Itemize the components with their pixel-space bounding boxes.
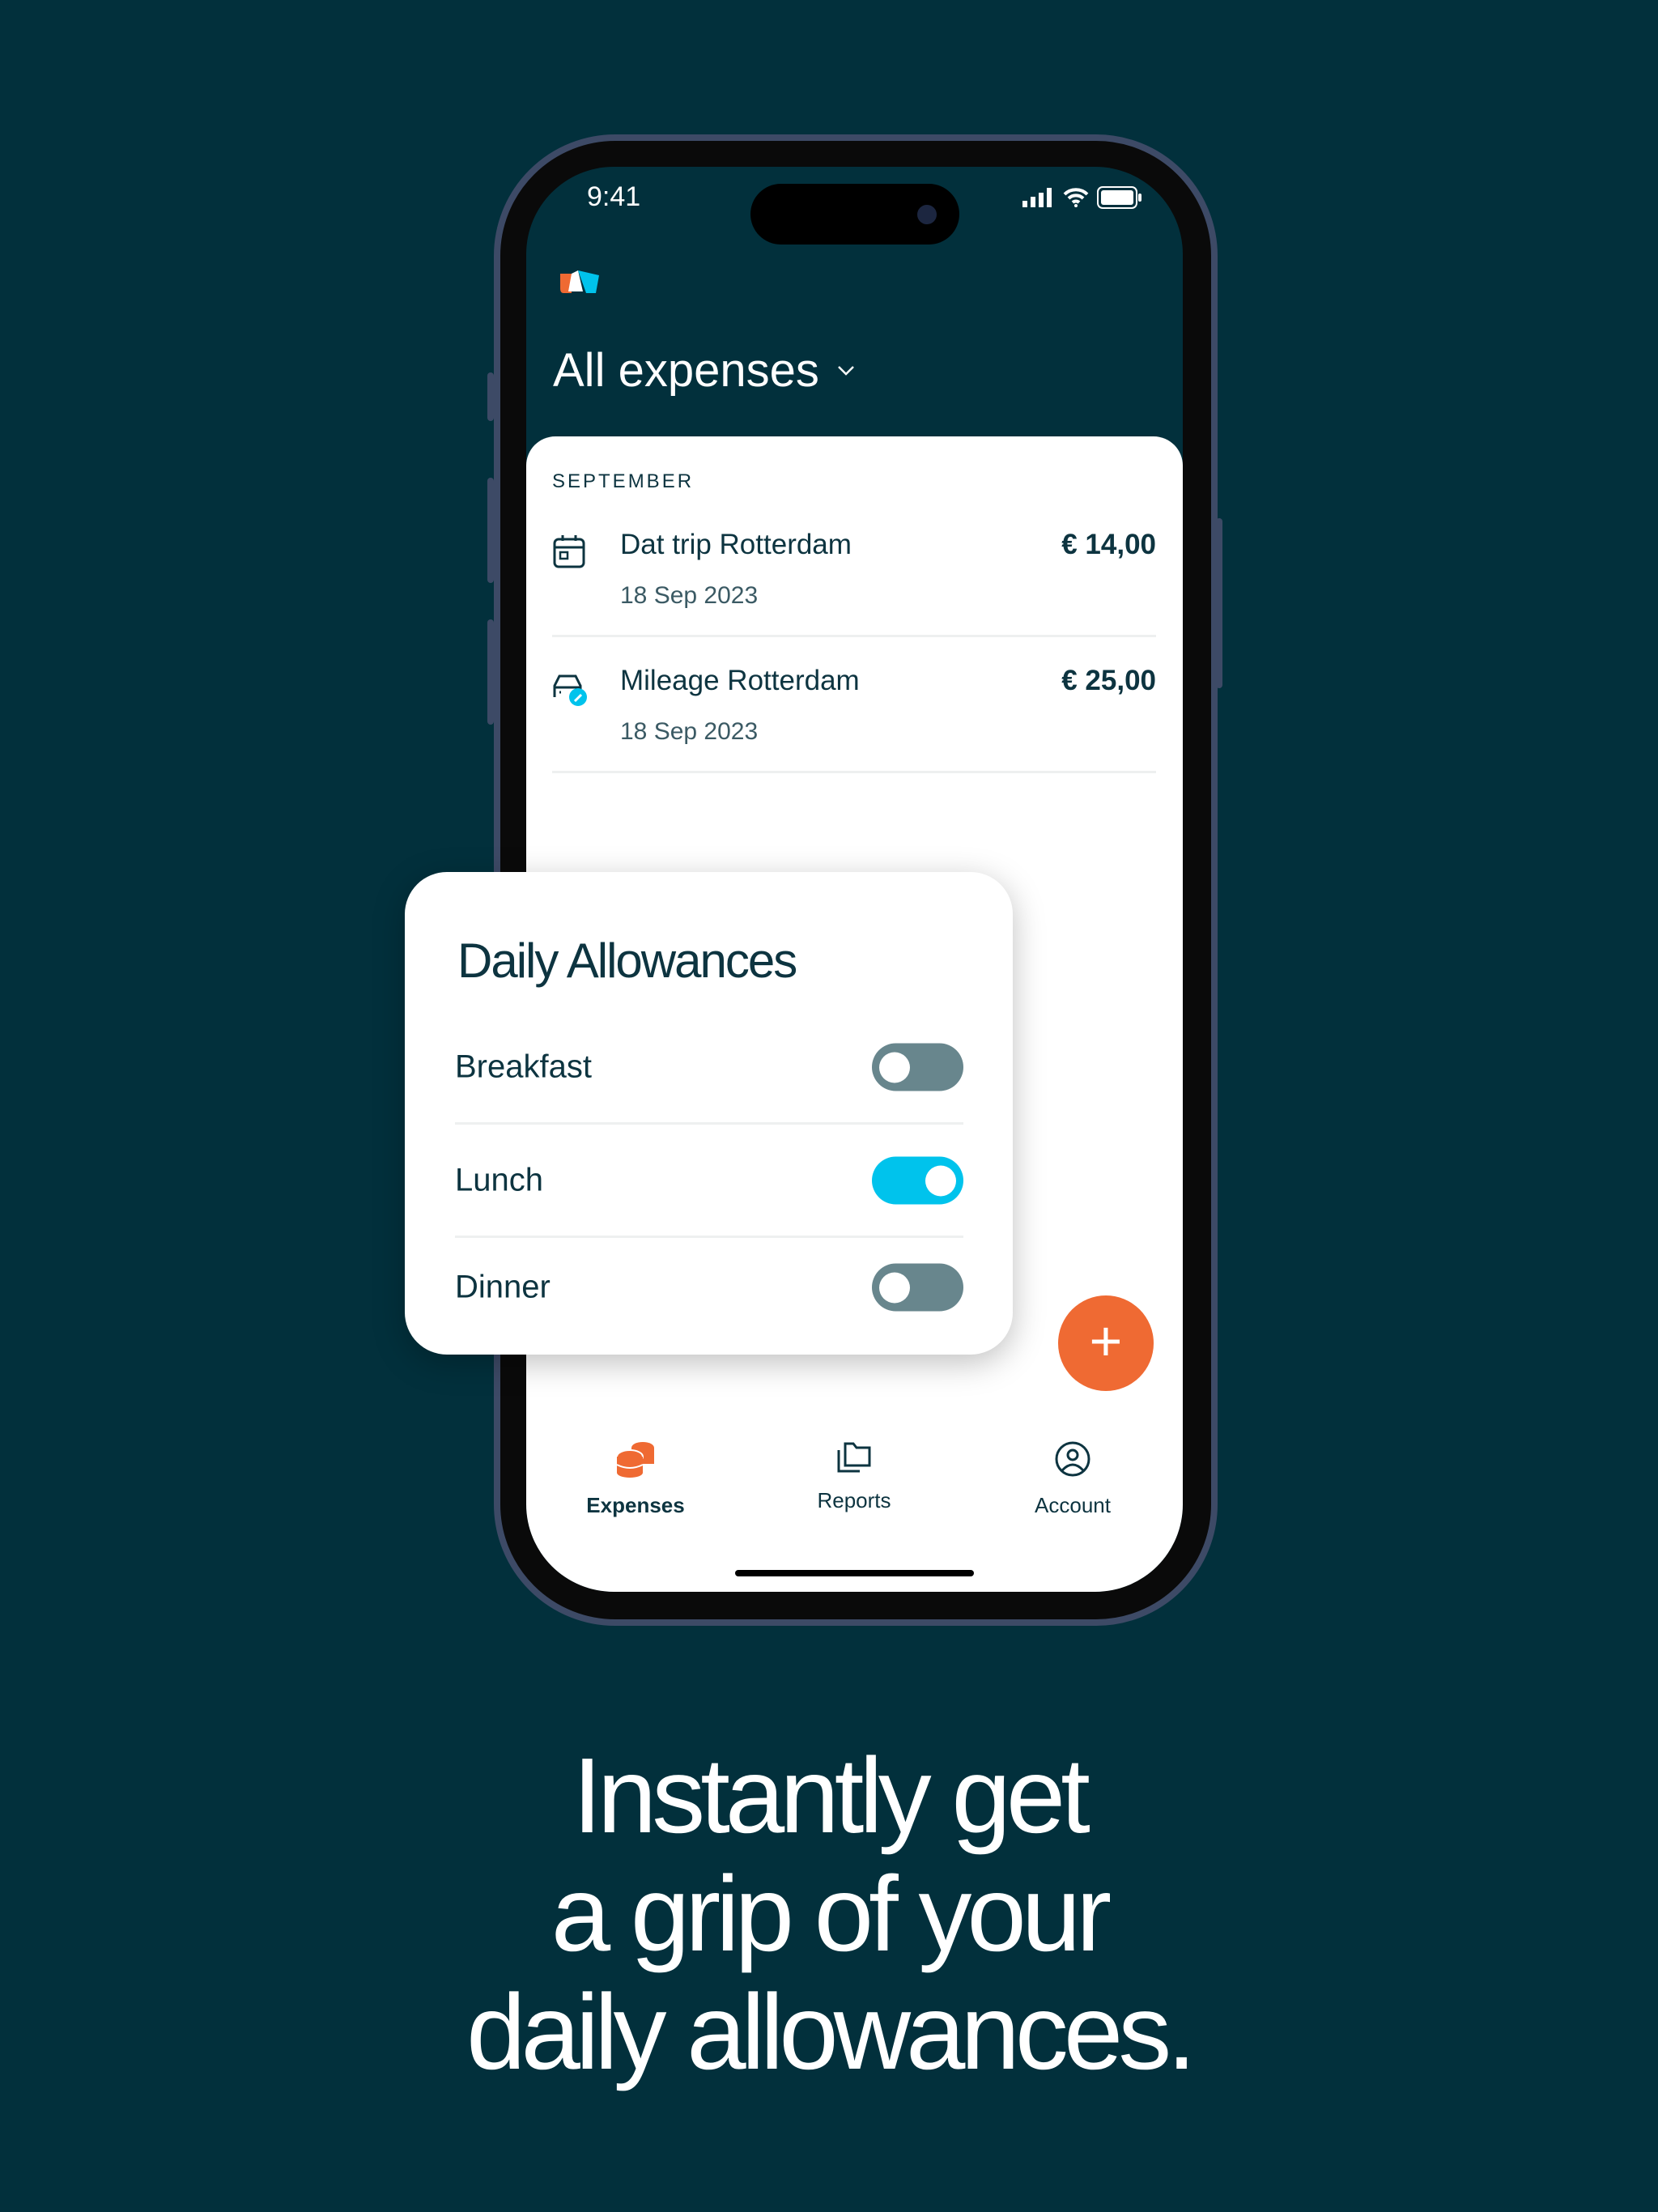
tagline-line: daily allowances. <box>466 1972 1197 2091</box>
signal-icon <box>1022 188 1052 207</box>
card-title: Daily Allowances <box>457 934 797 988</box>
toggle-label: Breakfast <box>455 1049 592 1084</box>
expense-amount: € 14,00 <box>1061 529 1156 560</box>
dynamic-island <box>750 184 959 245</box>
expenses-filter-dropdown[interactable]: All expenses <box>553 343 855 398</box>
phone-button <box>487 478 494 583</box>
coins-icon <box>616 1442 654 1478</box>
chevron-down-icon <box>837 365 854 376</box>
expense-row[interactable]: Dat trip Rotterdam 18 Sep 2023 € 14,00 <box>552 501 1156 637</box>
phone-button <box>487 619 494 725</box>
expense-date: 18 Sep 2023 <box>620 718 759 745</box>
nav-reports[interactable]: Reports <box>745 1440 963 1518</box>
lunch-toggle[interactable] <box>872 1156 963 1204</box>
tagline-line: Instantly get <box>572 1736 1090 1855</box>
home-indicator[interactable] <box>735 1570 974 1576</box>
nav-label: Account <box>1035 1493 1111 1517</box>
nav-expenses[interactable]: Expenses <box>526 1440 745 1518</box>
car-edit-icon <box>553 674 587 706</box>
expense-name: Mileage Rotterdam <box>620 665 860 696</box>
dinner-toggle[interactable] <box>872 1263 963 1312</box>
battery-icon <box>1097 186 1141 209</box>
bottom-nav: Expenses Reports Account <box>526 1440 1183 1518</box>
phone-button <box>487 372 494 421</box>
camera <box>917 205 937 224</box>
tagline-line: a grip of your <box>551 1854 1112 1973</box>
folders-icon <box>837 1442 871 1473</box>
expense-date: 18 Sep 2023 <box>620 582 759 609</box>
nav-label: Expenses <box>586 1493 685 1517</box>
expense-amount: € 25,00 <box>1061 665 1156 696</box>
toggle-row-dinner: Dinner <box>455 1238 963 1337</box>
nav-label: Reports <box>817 1488 891 1512</box>
month-header: SEPTEMBER <box>552 470 695 492</box>
nav-account[interactable]: Account <box>963 1440 1182 1518</box>
daily-allowances-card: Daily Allowances Breakfast Lunch Dinner <box>405 872 1013 1355</box>
phone-button <box>1216 518 1222 688</box>
expense-name: Dat trip Rotterdam <box>620 529 852 560</box>
expense-row[interactable]: Mileage Rotterdam 18 Sep 2023 € 25,00 <box>552 637 1156 773</box>
app-logo <box>560 270 599 293</box>
toggle-label: Dinner <box>455 1269 551 1305</box>
toggle-row-lunch: Lunch <box>455 1125 963 1238</box>
tagline: Instantly get a grip of your daily allow… <box>0 1737 1658 2091</box>
toggle-label: Lunch <box>455 1162 543 1197</box>
toggle-row-breakfast: Breakfast <box>455 1011 963 1125</box>
status-time: 9:41 <box>587 181 641 212</box>
wifi-icon <box>1063 188 1089 207</box>
calendar-icon <box>553 535 585 568</box>
user-circle-icon <box>1055 1441 1090 1477</box>
breakfast-toggle[interactable] <box>872 1043 963 1091</box>
add-expense-button[interactable]: + <box>1058 1295 1154 1391</box>
status-icons <box>1022 186 1142 209</box>
page-title: All expenses <box>553 344 819 397</box>
